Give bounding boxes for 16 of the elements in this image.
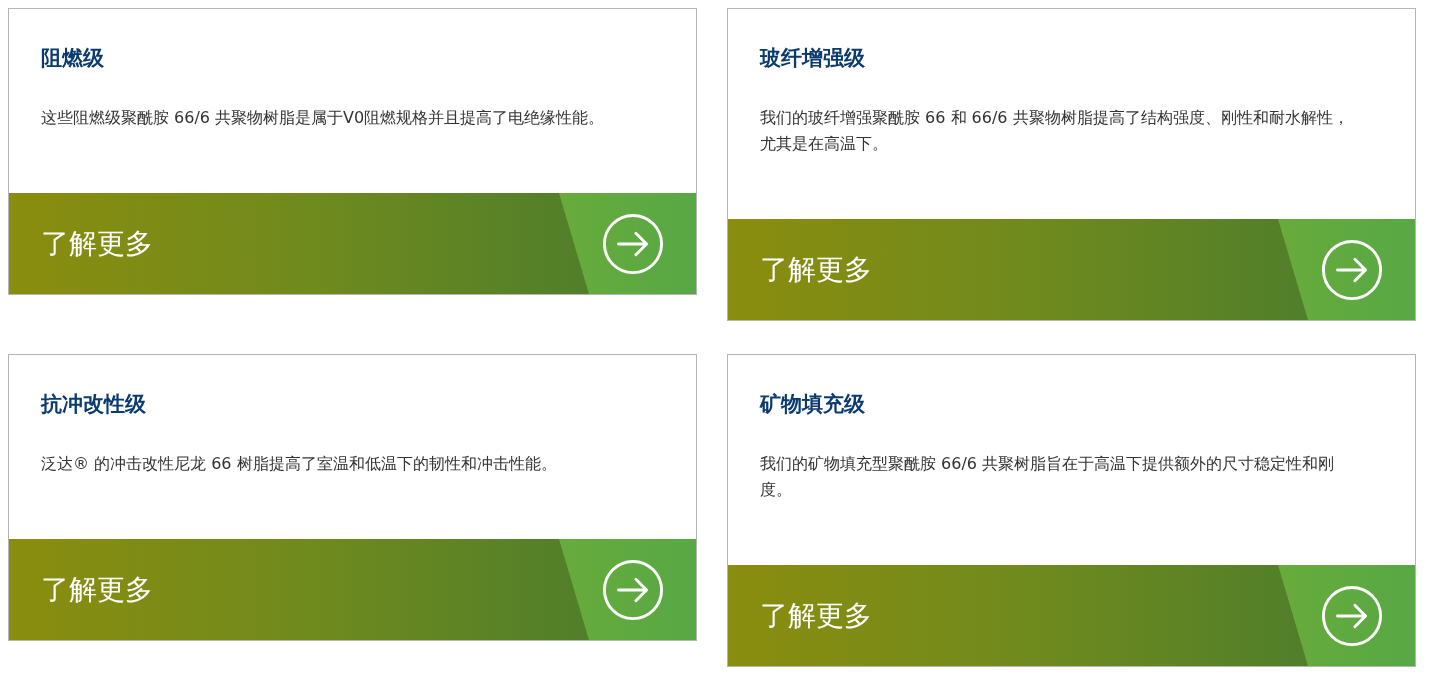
card-description: 我们的玻纤增强聚酰胺 66 和 66/6 共聚物树脂提高了结构强度、刚性和耐水解性，尤其是在高温下。: [760, 107, 1350, 155]
arrow-circle-icon: [602, 212, 664, 275]
arrow-circle-icon: [602, 558, 664, 621]
card-description: 泛达® 的冲击改性尼龙 66 树脂提高了室温和低温下的韧性和冲击性能。: [41, 453, 558, 475]
card-description: 这些阻燃级聚酰胺 66/6 共聚物树脂是属于V0阻燃规格并且提高了电绝缘性能。: [41, 107, 606, 129]
learn-more-link[interactable]: 了解更多: [728, 219, 1415, 320]
learn-more-link[interactable]: 了解更多: [9, 539, 696, 640]
learn-more-link[interactable]: 了解更多: [728, 565, 1415, 666]
card-title: 矿物填充级: [760, 391, 866, 418]
learn-more-link[interactable]: 了解更多: [9, 193, 696, 294]
card-title: 阻燃级: [41, 45, 105, 72]
card-title: 玻纤增强级: [760, 45, 866, 72]
arrow-circle-icon: [1321, 584, 1383, 647]
card-description: 我们的矿物填充型聚酰胺 66/6 共聚树脂旨在于高温下提供额外的尺寸稳定性和刚度。: [760, 453, 1336, 501]
arrow-circle-icon: [1321, 238, 1383, 301]
card-title: 抗冲改性级: [41, 391, 147, 418]
